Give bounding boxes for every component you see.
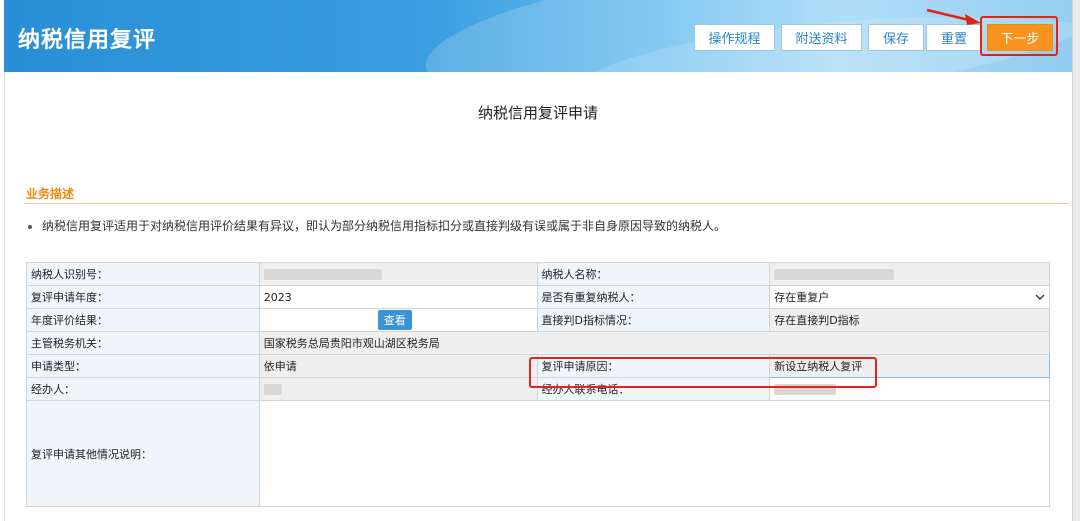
repeat-taxpayer-label: 是否有重复纳税人： — [536, 285, 771, 309]
next-button-highlight — [980, 16, 1058, 56]
taxpayer-id-label: 纳税人识别号： — [26, 262, 260, 286]
direct-d-value: 存在直接判D指标 — [769, 308, 1050, 332]
bullet-icon — [28, 224, 32, 229]
chevron-down-icon — [1035, 294, 1045, 300]
view-button[interactable]: 查看 — [377, 310, 412, 330]
operation-guide-button[interactable]: 操作规程 — [694, 24, 775, 51]
app-header: 纳税信用复评 操作规程 附送资料 保存 重置 下一步 — [4, 0, 1072, 72]
taxpayer-name-value — [769, 262, 1050, 286]
repeat-taxpayer-value: 存在重复户 — [774, 291, 830, 304]
attachment-button[interactable]: 附送资料 — [781, 24, 862, 51]
red-arrow-icon — [926, 8, 981, 25]
page-title: 纳税信用复评申请 — [477, 104, 598, 122]
direct-d-label: 直接判D指标情况： — [536, 308, 771, 332]
review-year-label: 复评申请年度： — [26, 285, 260, 309]
annual-result-cell: 查看 — [258, 308, 538, 332]
review-year-field[interactable]: 2023 — [258, 285, 538, 309]
review-reason-highlight — [529, 357, 877, 388]
annual-result-label: 年度评价结果： — [26, 308, 260, 332]
section-divider — [24, 203, 1070, 204]
app-title: 纳税信用复评 — [18, 28, 157, 53]
taxpayer-id-value — [258, 262, 538, 286]
other-notes-label: 复评申请其他情况说明： — [26, 400, 260, 507]
apply-type-value: 依申请 — [258, 354, 538, 378]
other-notes-textarea[interactable] — [258, 400, 1051, 507]
tax-authority-label: 主管税务机关： — [26, 331, 260, 355]
description-text: 纳税信用复评适用于对纳税信用评价结果有异议，即认为部分纳税信用指标扣分或直接判级… — [42, 219, 727, 233]
business-description: 纳税信用复评适用于对纳税信用评价结果有异议，即认为部分纳税信用指标扣分或直接判级… — [28, 217, 726, 234]
handler-field[interactable] — [258, 377, 538, 401]
section-title: 业务描述 — [26, 187, 75, 201]
reset-button[interactable]: 重置 — [926, 24, 982, 51]
tax-authority-value: 国家税务总局贵阳市观山湖区税务局 — [258, 331, 1051, 355]
apply-type-label: 申请类型： — [26, 354, 260, 378]
save-button[interactable]: 保存 — [868, 24, 924, 51]
handler-label: 经办人： — [26, 377, 260, 401]
taxpayer-name-label: 纳税人名称： — [536, 262, 771, 286]
repeat-taxpayer-select[interactable]: 存在重复户 — [769, 285, 1050, 309]
window-edge — [1072, 0, 1080, 521]
